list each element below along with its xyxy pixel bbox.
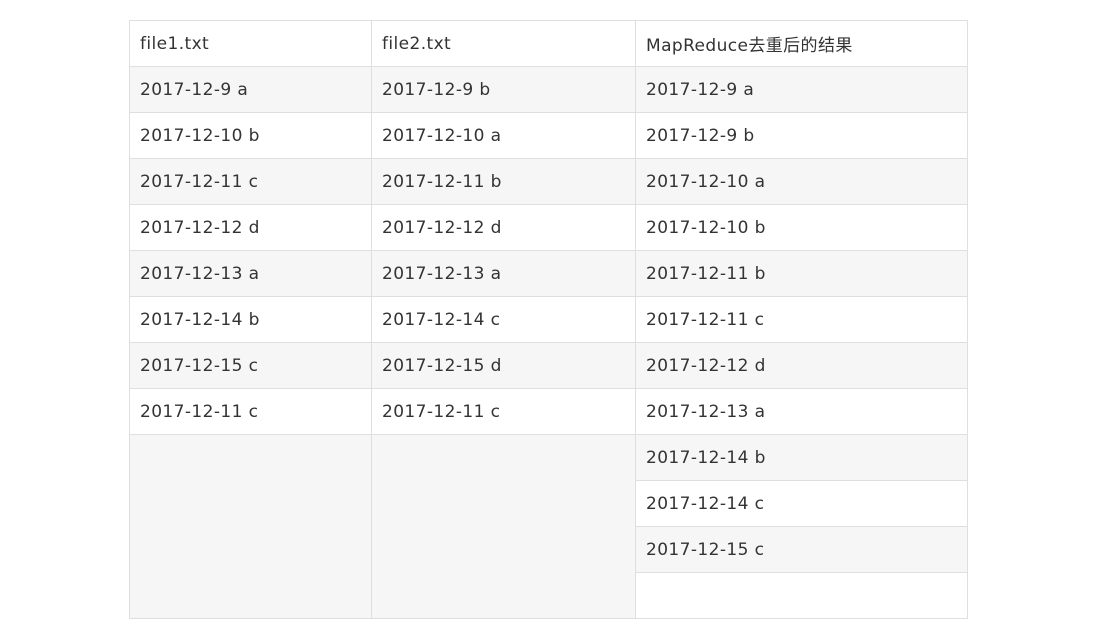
empty-cell-area — [372, 435, 635, 618]
table-cell: 2017-12-14 c — [636, 481, 967, 527]
table-cell: 2017-12-11 c — [130, 389, 371, 435]
table-cell: 2017-12-14 b — [636, 435, 967, 481]
table-cell: 2017-12-15 c — [130, 343, 371, 389]
table-cell: 2017-12-9 b — [372, 67, 635, 113]
table-cell: 2017-12-9 a — [636, 67, 967, 113]
table-cell: 2017-12-10 b — [636, 205, 967, 251]
table-cell: 2017-12-13 a — [636, 389, 967, 435]
table-cell: 2017-12-13 a — [372, 251, 635, 297]
table-cell: 2017-12-10 b — [130, 113, 371, 159]
table-cell: 2017-12-12 d — [130, 205, 371, 251]
table-cell: 2017-12-11 b — [372, 159, 635, 205]
table-cell: 2017-12-15 c — [636, 527, 967, 573]
column-file1: file1.txt 2017-12-9 a 2017-12-10 b 2017-… — [130, 21, 372, 618]
column-header-result: MapReduce去重后的结果 — [636, 21, 967, 67]
table-cell: 2017-12-15 d — [372, 343, 635, 389]
table-cell: 2017-12-11 c — [130, 159, 371, 205]
table-cell: 2017-12-11 c — [372, 389, 635, 435]
dedup-table: file1.txt 2017-12-9 a 2017-12-10 b 2017-… — [129, 20, 968, 619]
table-cell: 2017-12-12 d — [636, 343, 967, 389]
table-cell: 2017-12-11 b — [636, 251, 967, 297]
table-cell: 2017-12-12 d — [372, 205, 635, 251]
table-cell: 2017-12-10 a — [372, 113, 635, 159]
column-result: MapReduce去重后的结果 2017-12-9 a 2017-12-9 b … — [636, 21, 967, 618]
table-cell: 2017-12-9 a — [130, 67, 371, 113]
column-file2: file2.txt 2017-12-9 b 2017-12-10 a 2017-… — [372, 21, 636, 618]
empty-cell-area — [636, 573, 967, 618]
empty-cell-area — [130, 435, 371, 618]
table-cell: 2017-12-9 b — [636, 113, 967, 159]
column-header-file1: file1.txt — [130, 21, 371, 67]
column-header-file2: file2.txt — [372, 21, 635, 67]
table-cell: 2017-12-14 b — [130, 297, 371, 343]
table-cell: 2017-12-14 c — [372, 297, 635, 343]
table-cell: 2017-12-10 a — [636, 159, 967, 205]
table-cell: 2017-12-13 a — [130, 251, 371, 297]
table-cell: 2017-12-11 c — [636, 297, 967, 343]
